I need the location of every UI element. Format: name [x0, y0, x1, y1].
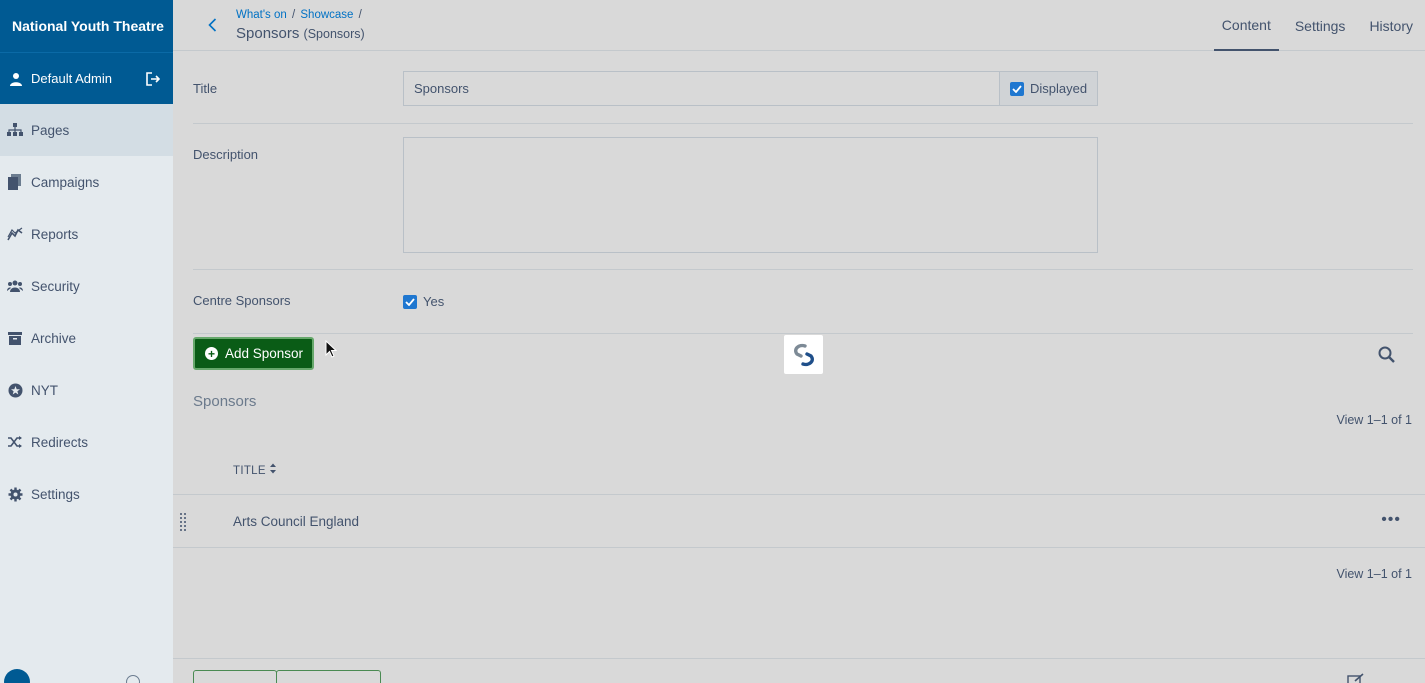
sidebar-item-archive[interactable]: Archive	[0, 312, 173, 364]
back-button[interactable]	[204, 16, 220, 34]
more-actions-icon[interactable]: •••	[1381, 512, 1401, 528]
search-icon	[1378, 346, 1395, 363]
description-row: Description	[193, 124, 1413, 270]
description-label: Description	[193, 147, 259, 162]
page-title: Sponsors (Sponsors)	[236, 25, 365, 42]
chevron-left-icon	[207, 18, 216, 32]
brand-title[interactable]: National Youth Theatre	[0, 0, 173, 52]
sidebar-item-nyt[interactable]: NYT	[0, 364, 173, 416]
copy-icon	[7, 174, 23, 190]
title-input[interactable]: Sponsors	[403, 71, 1000, 106]
sidebar-item-campaigns[interactable]: Campaigns	[0, 156, 173, 208]
sort-icon	[270, 463, 277, 474]
centre-sponsors-option: Yes	[423, 294, 445, 309]
edit-icon[interactable]	[1347, 673, 1365, 683]
title-row: Title Sponsors Displayed	[193, 51, 1413, 124]
star-circle-icon	[7, 382, 23, 398]
help-icon[interactable]	[126, 675, 140, 683]
logout-icon[interactable]	[146, 71, 160, 86]
mouse-cursor-icon	[325, 340, 337, 358]
page-header: What's on / Showcase / Sponsors (Sponsor…	[173, 0, 1425, 51]
page-title-text: Sponsors	[236, 25, 300, 42]
row-title: Arts Council England	[233, 514, 360, 529]
loading-logo-icon	[793, 343, 814, 366]
sidebar-footer	[0, 669, 173, 683]
pagination-count: View 1–1 of 1	[1336, 413, 1412, 427]
sidebar-nav: Pages Campaigns Reports Security Archive…	[0, 104, 173, 520]
sidebar-item-pages[interactable]: Pages	[0, 104, 173, 156]
breadcrumb: What's on / Showcase /	[236, 9, 362, 21]
save-button[interactable]	[193, 670, 277, 683]
publish-button[interactable]	[276, 670, 381, 683]
search-button[interactable]	[1378, 346, 1396, 364]
column-header-label: TITLE	[233, 465, 266, 477]
actions-toolbar	[173, 658, 1425, 683]
add-sponsor-button[interactable]: + Add Sponsor	[193, 337, 314, 370]
chart-line-icon	[7, 226, 23, 242]
sidebar-item-label: Settings	[31, 486, 80, 502]
centre-sponsors-checkbox[interactable]: Yes	[403, 294, 444, 309]
description-textarea[interactable]	[403, 137, 1098, 253]
tab-history[interactable]: History	[1361, 0, 1421, 51]
sidebar-item-label: NYT	[31, 382, 58, 398]
displayed-label: Displayed	[1030, 81, 1088, 96]
users-icon	[7, 278, 23, 294]
user-name[interactable]: Default Admin	[31, 71, 146, 86]
sitemap-icon	[7, 122, 23, 138]
header-tabs: Content Settings History	[1210, 0, 1425, 51]
title-label: Title	[193, 81, 218, 96]
column-header-title[interactable]: TITLE	[233, 463, 277, 477]
sidebar-item-redirects[interactable]: Redirects	[0, 416, 173, 468]
checkbox-checked-icon	[403, 294, 417, 309]
displayed-toggle[interactable]: Displayed	[999, 71, 1098, 106]
sidebar-item-label: Security	[31, 278, 80, 294]
sidebar-item-label: Campaigns	[31, 174, 100, 190]
tab-settings[interactable]: Settings	[1287, 0, 1354, 51]
sidebar-item-security[interactable]: Security	[0, 260, 173, 312]
table-row[interactable]: Arts Council England •••	[173, 494, 1425, 548]
cms-logo[interactable]	[4, 669, 30, 683]
user-profile: Default Admin	[0, 52, 173, 104]
plus-circle-icon: +	[205, 347, 218, 360]
add-sponsor-label: Add Sponsor	[225, 346, 304, 361]
grid-title: Sponsors	[193, 393, 257, 410]
random-icon	[7, 434, 23, 450]
centre-sponsors-label: Centre Sponsors	[193, 293, 291, 308]
checkbox-checked-icon	[1010, 81, 1024, 96]
sidebar: National Youth Theatre Default Admin Pag…	[0, 0, 173, 683]
pagination-count-bottom: View 1–1 of 1	[1336, 567, 1412, 581]
sidebar-item-label: Redirects	[31, 434, 89, 450]
tab-content[interactable]: Content	[1213, 0, 1279, 51]
sidebar-item-settings[interactable]: Settings	[0, 468, 173, 520]
sidebar-item-label: Archive	[31, 330, 77, 346]
centre-sponsors-row: Centre Sponsors	[193, 270, 1413, 334]
loading-spinner	[784, 335, 823, 374]
archive-icon	[7, 330, 23, 346]
sidebar-item-label: Reports	[31, 226, 79, 242]
breadcrumb-link[interactable]: Showcase	[300, 9, 353, 21]
drag-handle-icon[interactable]	[179, 512, 187, 532]
page-type: (Sponsors)	[303, 27, 365, 41]
sidebar-item-reports[interactable]: Reports	[0, 208, 173, 260]
breadcrumb-link[interactable]: What's on	[236, 9, 287, 21]
gear-icon	[7, 486, 23, 502]
sidebar-item-label: Pages	[31, 122, 70, 138]
user-icon	[10, 72, 22, 86]
